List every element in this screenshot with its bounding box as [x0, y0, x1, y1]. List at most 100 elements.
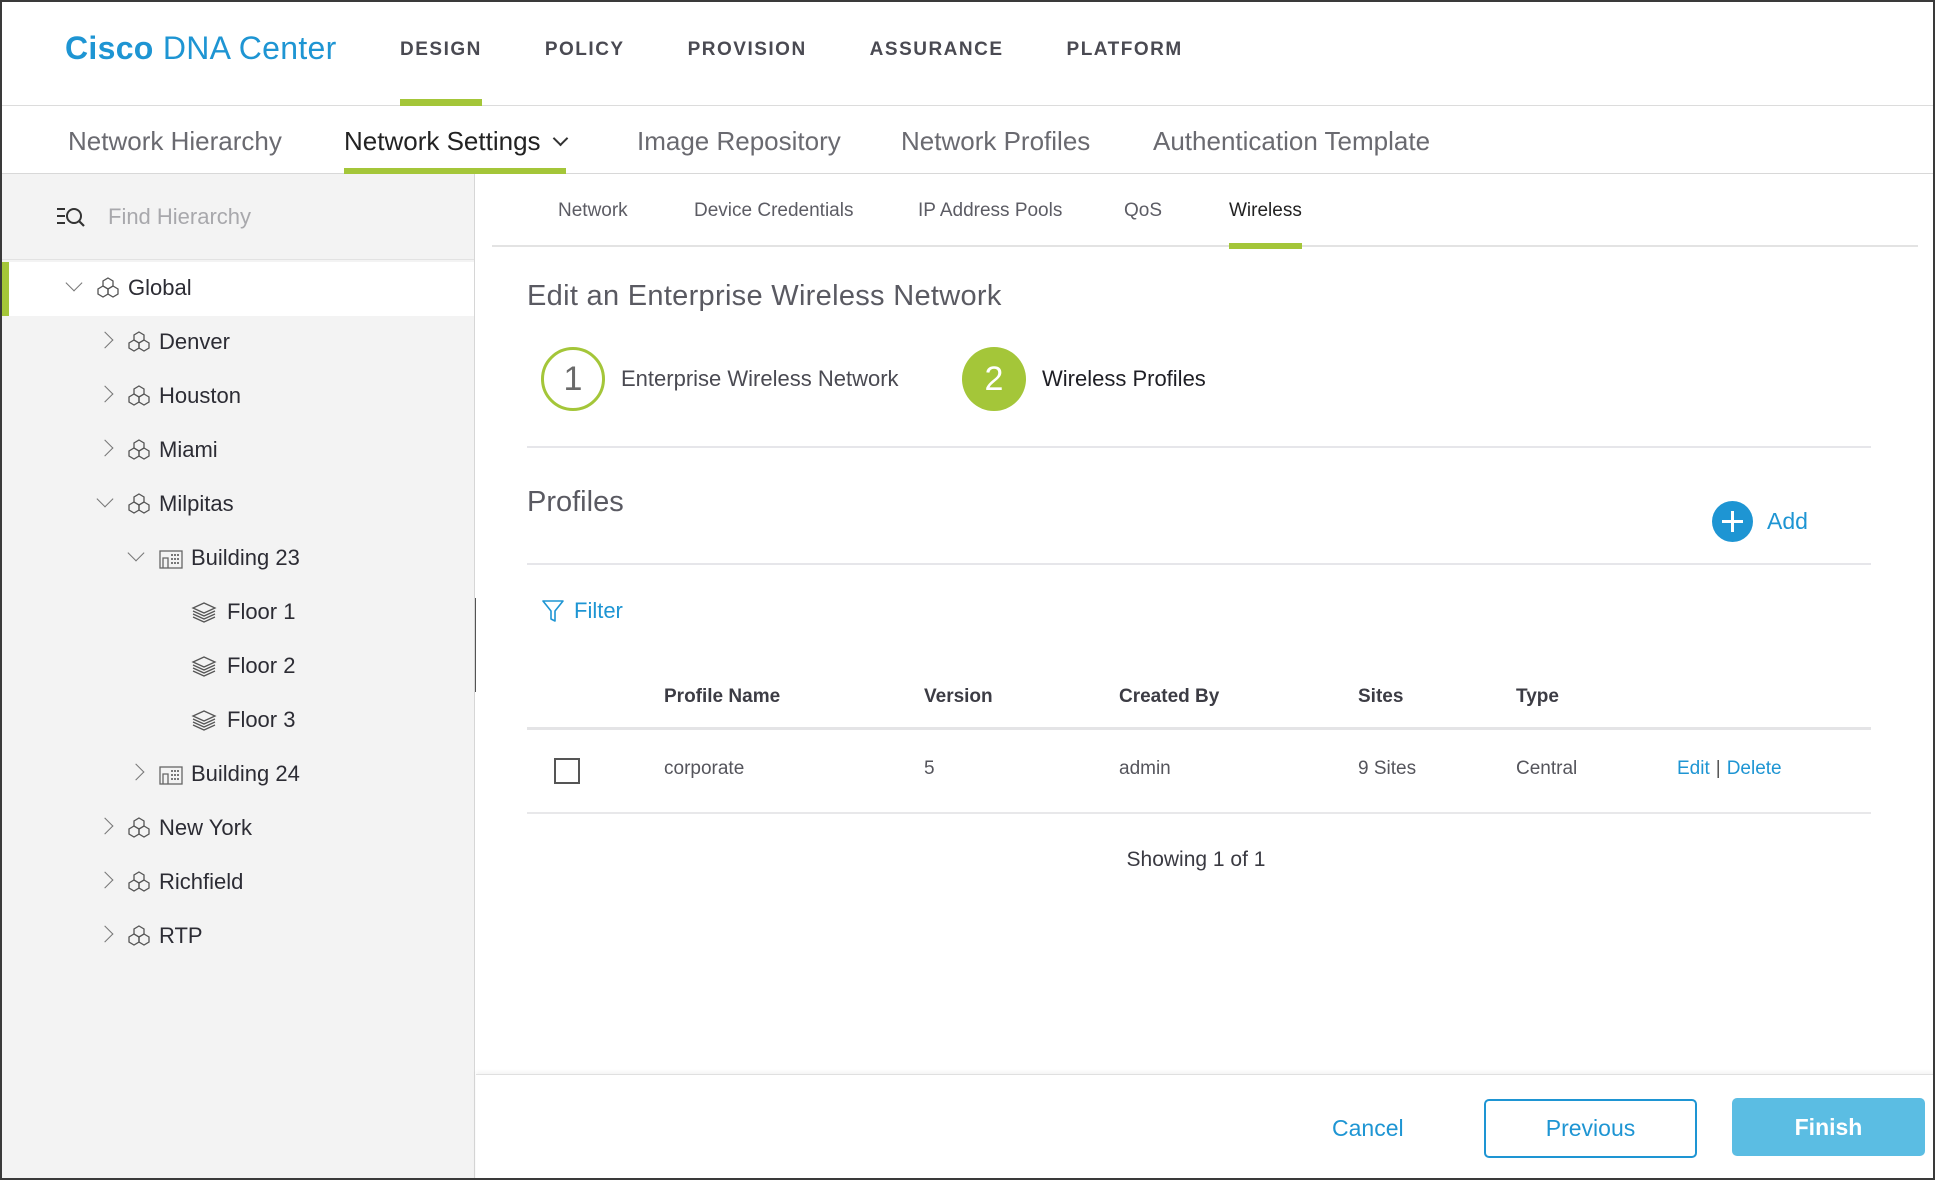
filter-button[interactable]: Filter	[542, 598, 623, 624]
row-checkbox[interactable]	[554, 758, 580, 784]
finish-button[interactable]: Finish	[1732, 1098, 1925, 1156]
subnav-label: Authentication Template	[1153, 126, 1431, 156]
main-nav: DESIGN POLICY PROVISION ASSURANCE PLATFO…	[400, 2, 1246, 106]
main-nav-provision[interactable]: PROVISION	[688, 2, 807, 106]
column-header-sites[interactable]: Sites	[1358, 686, 1403, 708]
step-number-badge: 1	[541, 347, 605, 411]
tree-item-houston[interactable]: Houston	[2, 370, 474, 424]
tree-item-new-york[interactable]: New York	[2, 802, 474, 856]
page-title: Edit an Enterprise Wireless Network	[527, 280, 1002, 312]
area-icon	[126, 815, 152, 841]
cancel-button[interactable]: Cancel	[1332, 1115, 1404, 1142]
wizard-step-1[interactable]: 1 Enterprise Wireless Network	[541, 346, 899, 412]
subnav-label: Image Repository	[637, 126, 841, 156]
chevron-right-icon[interactable]	[127, 763, 145, 781]
area-icon	[126, 437, 152, 463]
filter-search-icon	[56, 206, 88, 230]
tree-item-richfield[interactable]: Richfield	[2, 856, 474, 910]
previous-button[interactable]: Previous	[1484, 1099, 1697, 1158]
tree-item-label: Miami	[159, 437, 218, 462]
table-row: corporate 5 admin 9 Sites Central Edit | D…	[527, 730, 1871, 814]
area-icon	[95, 275, 121, 301]
brand-logo[interactable]: Cisco DNA Center	[65, 30, 337, 67]
tab-ip-address-pools[interactable]: IP Address Pools	[918, 200, 1062, 247]
action-separator: |	[1715, 758, 1721, 779]
tab-wireless[interactable]: Wireless	[1229, 200, 1302, 249]
tab-device-credentials[interactable]: Device Credentials	[694, 200, 853, 247]
pagination-status: Showing 1 of 1	[1126, 848, 1266, 871]
delete-link[interactable]: Delete	[1727, 758, 1782, 779]
add-label: Add	[1767, 507, 1808, 534]
column-header-version[interactable]: Version	[924, 686, 993, 708]
column-header-type[interactable]: Type	[1516, 686, 1559, 708]
tree-item-denver[interactable]: Denver	[2, 316, 474, 370]
floor-icon	[190, 707, 217, 733]
chevron-right-icon[interactable]	[96, 817, 114, 835]
tree-item-floor-3[interactable]: Floor 3	[2, 694, 474, 748]
tree-item-miami[interactable]: Miami	[2, 424, 474, 478]
cell-created-by: admin	[1119, 758, 1171, 779]
plus-circle-icon	[1712, 500, 1753, 542]
edit-link[interactable]: Edit	[1677, 758, 1710, 779]
subnav-label: Network Profiles	[901, 126, 1091, 156]
building-icon	[158, 545, 184, 571]
subnav-network-profiles[interactable]: Network Profiles	[901, 106, 1090, 174]
row-actions: Edit | Delete	[1677, 758, 1782, 780]
chevron-right-icon[interactable]	[96, 331, 114, 349]
chevron-down-icon[interactable]	[65, 274, 83, 292]
find-hierarchy-input[interactable]	[108, 196, 448, 238]
cell-sites: 9 Sites	[1358, 758, 1417, 779]
tree-item-floor-2[interactable]: Floor 2	[2, 640, 474, 694]
column-header-profile-name[interactable]: Profile Name	[664, 686, 780, 708]
hierarchy-sidebar: Global Denver Houston Miami Milpitas Building…	[2, 174, 475, 1178]
area-icon	[126, 869, 152, 895]
add-profile-button[interactable]: Add	[1712, 500, 1808, 542]
subnav-image-repository[interactable]: Image Repository	[637, 106, 841, 174]
sub-nav: Network Hierarchy Network Settings Image…	[2, 106, 1933, 174]
subnav-label: Network Hierarchy	[68, 126, 282, 156]
tree-item-milpitas[interactable]: Milpitas	[2, 478, 474, 532]
floor-icon	[190, 653, 217, 679]
tree-item-building-24[interactable]: Building 24	[2, 748, 474, 802]
tree-item-building-23[interactable]: Building 23	[2, 532, 474, 586]
main-nav-policy[interactable]: POLICY	[545, 2, 625, 106]
divider	[527, 446, 1871, 448]
tree-item-label: Floor 3	[227, 707, 296, 732]
tree-item-floor-1[interactable]: Floor 1	[2, 586, 474, 640]
area-icon	[126, 491, 152, 517]
tree-item-global[interactable]: Global	[2, 262, 474, 316]
step-label: Enterprise Wireless Network	[621, 366, 899, 391]
main-nav-assurance[interactable]: ASSURANCE	[870, 2, 1004, 106]
tree-item-label: New York	[159, 815, 252, 840]
subnav-network-hierarchy[interactable]: Network Hierarchy	[68, 106, 282, 174]
tree-item-label: Milpitas	[159, 491, 234, 516]
top-header: Cisco DNA Center DESIGN POLICY PROVISION…	[2, 2, 1933, 106]
tree-item-label: Denver	[159, 329, 230, 354]
chevron-right-icon[interactable]	[96, 385, 114, 403]
profiles-table: Profile Name Version Created By Sites Ty…	[527, 674, 1871, 814]
main-nav-design[interactable]: DESIGN	[400, 2, 482, 106]
tree-item-label: Floor 1	[227, 599, 296, 624]
main-content: Network Device Credentials IP Address Po…	[476, 174, 1933, 1178]
cell-version: 5	[924, 758, 935, 779]
chevron-right-icon[interactable]	[96, 871, 114, 889]
subnav-label: Network Settings	[344, 126, 541, 156]
chevron-down-icon[interactable]	[96, 490, 114, 508]
main-nav-platform[interactable]: PLATFORM	[1067, 2, 1183, 106]
tab-qos[interactable]: QoS	[1124, 200, 1162, 247]
chevron-down-icon[interactable]	[127, 544, 145, 562]
subnav-network-settings[interactable]: Network Settings	[344, 106, 568, 174]
funnel-icon	[542, 599, 564, 623]
subnav-authentication-template[interactable]: Authentication Template	[1153, 106, 1430, 174]
chevron-right-icon[interactable]	[96, 439, 114, 457]
chevron-right-icon[interactable]	[96, 925, 114, 943]
settings-tabs: Network Device Credentials IP Address Po…	[492, 174, 1918, 249]
wizard-step-2[interactable]: 2 Wireless Profiles	[962, 346, 1206, 412]
column-header-created-by[interactable]: Created By	[1119, 686, 1219, 708]
tree-item-label: Houston	[159, 383, 241, 408]
brand-name-rest: DNA Center	[153, 30, 337, 66]
tree-item-rtp[interactable]: RTP	[2, 910, 474, 964]
step-label: Wireless Profiles	[1042, 366, 1206, 391]
find-hierarchy-search	[2, 174, 474, 260]
tab-network[interactable]: Network	[558, 200, 628, 247]
